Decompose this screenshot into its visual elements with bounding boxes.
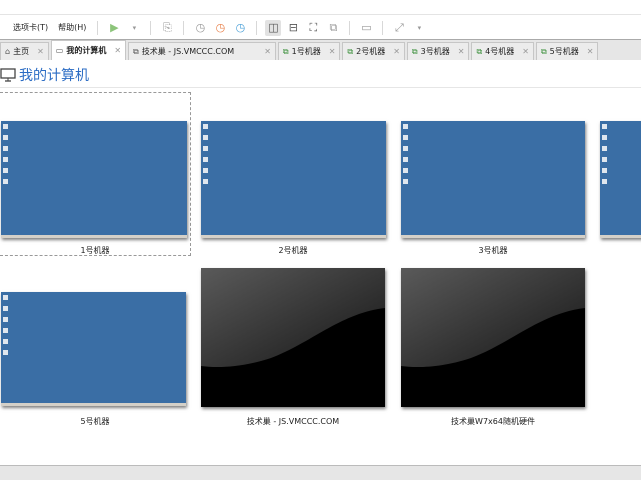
send-keys-icon[interactable]: ⎘	[159, 20, 175, 36]
tab-my-computer[interactable]: ▭ 我的计算机 ✕	[50, 40, 127, 60]
console-icon[interactable]: ▭	[358, 20, 374, 36]
menu-help[interactable]: 帮助(H)	[55, 22, 89, 33]
tab-vm[interactable]: ⧉ 5号机器 ✕	[535, 42, 599, 60]
computer-icon: ▭	[55, 46, 64, 55]
vm-thumbnail[interactable]	[1, 292, 186, 406]
status-bar	[0, 465, 641, 480]
tab-label: 1号机器	[291, 47, 321, 56]
chevron-down-icon[interactable]: ▾	[126, 20, 142, 36]
divider	[183, 20, 185, 35]
menu-tabs[interactable]: 选项卡(T)	[10, 22, 51, 33]
fullscreen-icon[interactable]: ⛶	[305, 20, 321, 36]
close-icon[interactable]: ✕	[264, 47, 271, 56]
tab-vm[interactable]: ⧉ 3号机器 ✕	[406, 42, 470, 60]
vm-thumbnail[interactable]	[600, 121, 641, 238]
snapshot-icon[interactable]: ◷	[192, 20, 208, 36]
vm-running-icon: ⧉	[347, 46, 354, 56]
snapshot-manager-icon[interactable]: ◷	[232, 20, 248, 36]
vm-label[interactable]: 2号机器	[198, 245, 388, 256]
close-icon[interactable]: ✕	[458, 47, 465, 56]
vm-icon: ⧉	[133, 46, 139, 56]
page-title: 我的计算机	[19, 67, 89, 84]
tab-label: 5号机器	[549, 47, 579, 56]
vm-thumbnail-off[interactable]	[401, 268, 585, 407]
vm-running-icon: ⧉	[540, 46, 547, 56]
sidebar-view-icon[interactable]: ◫	[265, 19, 282, 36]
tab-label: 我的计算机	[66, 46, 107, 55]
close-icon[interactable]: ✕	[522, 47, 529, 56]
tab-home[interactable]: ⌂ 主页 ✕	[0, 42, 49, 60]
toolbar: 选项卡(T) 帮助(H) ▶ ▾ ⎘ ◷ ◷ ◷ ◫ ⊟ ⛶ ⧉ ▭ ⤢ ▾	[0, 16, 641, 39]
tab-label: 2号机器	[356, 47, 386, 56]
divider	[150, 20, 152, 35]
vm-running-icon: ⧉	[476, 46, 483, 56]
thumbnail-view-icon[interactable]: ⊟	[285, 20, 301, 36]
powered-off-screen	[201, 268, 385, 368]
vm-label[interactable]: 1号机器	[0, 245, 190, 256]
tab-label: 4号机器	[485, 47, 515, 56]
vm-thumbnail[interactable]	[1, 121, 187, 238]
vm-thumbnail[interactable]	[401, 121, 585, 238]
tab-vm[interactable]: ⧉ 2号机器 ✕	[342, 42, 405, 60]
revert-snapshot-icon[interactable]: ◷	[212, 20, 228, 36]
powered-off-screen	[401, 268, 585, 368]
divider	[349, 20, 351, 35]
unity-icon[interactable]: ⧉	[325, 20, 341, 36]
tab-label: 主页	[13, 47, 30, 56]
vm-label[interactable]: 3号机器	[398, 245, 588, 256]
tab-label: 3号机器	[420, 47, 450, 56]
vm-label[interactable]: 技术巢 - JS.VMCCC.COM	[198, 416, 388, 427]
close-icon[interactable]: ✕	[329, 47, 336, 56]
stretch-icon[interactable]: ⤢	[391, 20, 407, 36]
power-on-icon[interactable]: ▶	[106, 20, 122, 36]
close-icon[interactable]: ✕	[587, 47, 594, 56]
vm-thumbnail-off[interactable]	[201, 268, 385, 407]
divider	[256, 20, 258, 35]
close-icon[interactable]: ✕	[393, 47, 400, 56]
title-bar	[0, 0, 641, 15]
vm-running-icon: ⧉	[282, 46, 289, 56]
chevron-down-icon[interactable]: ▾	[411, 20, 427, 36]
computer-icon	[0, 67, 16, 82]
home-icon: ⌂	[5, 47, 11, 56]
tab-label: 技术巢 - JS.VMCCC.COM	[141, 47, 235, 56]
page-header: 我的计算机	[0, 62, 641, 88]
tab-bar: ⌂ 主页 ✕ ▭ 我的计算机 ✕ ⧉ 技术巢 - JS.VMCCC.COM ✕ ⧉ 1号机器 ✕…	[0, 39, 641, 60]
divider	[382, 20, 384, 35]
tab-vm[interactable]: ⧉ 1号机器 ✕	[277, 42, 341, 60]
close-icon[interactable]: ✕	[37, 47, 44, 56]
tab-vm[interactable]: ⧉ 4号机器 ✕	[471, 42, 534, 60]
divider	[97, 20, 99, 35]
tab-vm[interactable]: ⧉ 技术巢 - JS.VMCCC.COM ✕	[128, 42, 276, 60]
vm-thumbnail[interactable]	[201, 121, 386, 238]
vm-label[interactable]: 技术巢W7x64随机硬件	[398, 416, 588, 427]
vm-label[interactable]: 5号机器	[0, 416, 190, 427]
close-icon[interactable]: ✕	[114, 46, 121, 55]
vm-running-icon: ⧉	[411, 46, 418, 56]
